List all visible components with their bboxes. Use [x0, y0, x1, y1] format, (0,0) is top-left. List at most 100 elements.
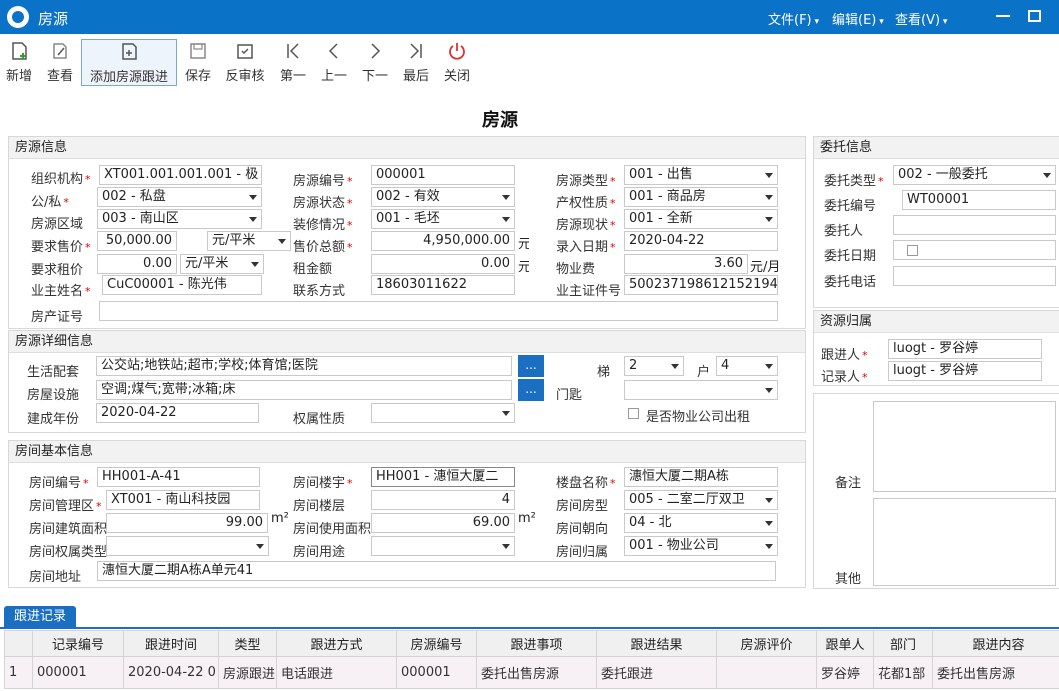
col-evaluation[interactable]: 房源评价: [716, 630, 817, 657]
tab-follow-records[interactable]: 跟进记录: [4, 606, 77, 629]
rfloor-field[interactable]: 4: [371, 490, 515, 510]
col-content[interactable]: 跟进内容: [932, 630, 1059, 657]
rarea-field[interactable]: 99.00: [106, 513, 268, 533]
eperson-field[interactable]: [893, 215, 1056, 235]
cell-agent[interactable]: 罗谷婷: [816, 656, 874, 689]
right-select[interactable]: [371, 403, 515, 423]
table-row[interactable]: 1 000001 2020-04-22 0 房源跟进 电话跟进 000001 委…: [4, 656, 1059, 689]
total-field[interactable]: 4,950,000.00: [371, 231, 515, 251]
type-select[interactable]: 001 - 出售: [624, 165, 778, 185]
life-browse-button[interactable]: ...: [518, 355, 544, 377]
cell-matter[interactable]: 委托出售房源: [476, 656, 597, 689]
add-doc-icon: [2, 41, 36, 65]
menu-edit[interactable]: 编辑(E) ▾: [832, 9, 884, 28]
new-button[interactable]: 新增: [2, 39, 36, 89]
rdir-label: 房间朝向: [556, 522, 609, 537]
last-button[interactable]: 最后: [399, 39, 433, 89]
owner-field[interactable]: CuC00001 - 陈光伟: [102, 275, 262, 295]
close-button[interactable]: 关闭: [440, 39, 474, 89]
prop-select[interactable]: 001 - 商品房: [624, 187, 778, 207]
ownerid-field[interactable]: 500237198612152194: [624, 275, 778, 295]
now-label: 房源现状 *: [556, 218, 616, 233]
save-button[interactable]: 保存: [182, 39, 214, 89]
col-method[interactable]: 跟进方式: [276, 630, 397, 657]
follower-field[interactable]: luogt - 罗谷婷: [888, 339, 1042, 359]
now-select[interactable]: 001 - 全新: [624, 209, 778, 229]
cell-time[interactable]: 2020-04-22 0: [123, 656, 219, 689]
cell-result[interactable]: 委托跟进: [596, 656, 717, 689]
minimize-icon[interactable]: [996, 15, 1010, 17]
org-field[interactable]: XT001.001.001.001 - 极: [99, 165, 262, 185]
year-field[interactable]: 2020-04-22: [96, 403, 259, 423]
facility-field[interactable]: 空调;煤气;宽带;冰箱;床: [96, 380, 512, 400]
unaudit-button[interactable]: 反审核: [222, 39, 268, 89]
view-button[interactable]: 查看: [42, 39, 78, 89]
rmgr-field[interactable]: XT001 - 南山科技园: [106, 490, 260, 510]
cell-dept[interactable]: 花都1部: [873, 656, 933, 689]
price-unit-select[interactable]: 元/平米: [207, 231, 291, 251]
menu-view[interactable]: 查看(V) ▾: [895, 9, 947, 28]
deco-select[interactable]: 001 - 毛坯: [371, 209, 515, 229]
rent-unit-select[interactable]: 元/平米: [180, 254, 264, 274]
maximize-icon[interactable]: [1028, 10, 1041, 22]
col-type[interactable]: 类型: [218, 630, 277, 657]
cell-method[interactable]: 电话跟进: [276, 656, 397, 689]
ephone-field[interactable]: [893, 266, 1056, 286]
life-field[interactable]: 公交站;地铁站;超市;学校;体育馆;医院: [96, 356, 512, 376]
col-matter[interactable]: 跟进事项: [476, 630, 597, 657]
etype-select[interactable]: 002 - 一般委托: [893, 165, 1056, 185]
pubpriv-label: 公/私 *: [31, 195, 69, 210]
house-info-header: 房源信息: [9, 137, 805, 159]
eperson-label: 委托人: [824, 224, 864, 239]
other-textarea[interactable]: [873, 498, 1056, 586]
ladder-select[interactable]: 2: [624, 356, 684, 376]
first-button[interactable]: 第一: [276, 39, 310, 89]
door-select[interactable]: [624, 380, 778, 400]
cell-evaluation[interactable]: [716, 656, 817, 689]
house-select[interactable]: 4: [716, 356, 778, 376]
cert-field[interactable]: [99, 301, 778, 321]
code-field[interactable]: 000001: [371, 165, 515, 185]
add-follow-button[interactable]: 添加房源跟进: [81, 39, 177, 86]
ruse-field[interactable]: 69.00: [371, 513, 515, 533]
rent-out-checkbox[interactable]: [628, 408, 639, 419]
rdir-select[interactable]: 04 - 北: [624, 513, 778, 533]
rpurpose-select[interactable]: [371, 536, 515, 556]
prev-button[interactable]: 上一: [317, 39, 351, 89]
date-field[interactable]: 2020-04-22: [624, 231, 778, 251]
col-agent[interactable]: 跟单人: [816, 630, 874, 657]
rno-field[interactable]: HH001-A-41: [97, 467, 260, 487]
estate-field[interactable]: 潓恒大厦二期A栋: [624, 467, 778, 487]
area-select[interactable]: 003 - 南山区: [97, 209, 262, 229]
recorder-field[interactable]: luogt - 罗谷婷: [888, 361, 1042, 381]
col-record-no[interactable]: 记录编号: [32, 630, 124, 657]
pubpriv-select[interactable]: 002 - 私盘: [97, 187, 262, 207]
raddr-field[interactable]: 潓恒大厦二期A栋A单元41: [97, 561, 776, 581]
edate-field[interactable]: [893, 240, 1056, 260]
menu-file[interactable]: 文件(F) ▾: [768, 9, 819, 28]
rentamt-field[interactable]: 0.00: [371, 254, 515, 274]
next-button[interactable]: 下一: [358, 39, 392, 89]
rent-field[interactable]: 0.00: [97, 254, 177, 274]
col-house-code[interactable]: 房源编号: [396, 630, 477, 657]
eno-field[interactable]: WT00001: [902, 190, 1056, 210]
edate-checkbox[interactable]: [907, 245, 918, 256]
rright-select[interactable]: [106, 536, 269, 556]
facility-browse-button[interactable]: ...: [518, 379, 544, 401]
col-result[interactable]: 跟进结果: [596, 630, 717, 657]
remark-textarea[interactable]: [873, 401, 1056, 492]
col-dept[interactable]: 部门: [873, 630, 933, 657]
cell-house-code[interactable]: 000001: [396, 656, 477, 689]
total-label: 售价总额 *: [293, 240, 353, 255]
rowner-select[interactable]: 001 - 物业公司: [624, 536, 778, 556]
rbld-field[interactable]: HH001 - 潓恒大厦二: [371, 467, 515, 487]
fee-field[interactable]: 3.60: [624, 254, 748, 274]
cell-record-no[interactable]: 000001: [32, 656, 124, 689]
price-field[interactable]: 50,000.00: [97, 231, 177, 251]
cell-content[interactable]: 委托出售房源: [932, 656, 1059, 689]
status-select[interactable]: 002 - 有效: [371, 187, 515, 207]
rtype-select[interactable]: 005 - 二室二厅双卫: [624, 490, 778, 510]
col-time[interactable]: 跟进时间: [123, 630, 219, 657]
cell-type[interactable]: 房源跟进: [218, 656, 277, 689]
contact-field[interactable]: 18603011622: [371, 275, 515, 295]
